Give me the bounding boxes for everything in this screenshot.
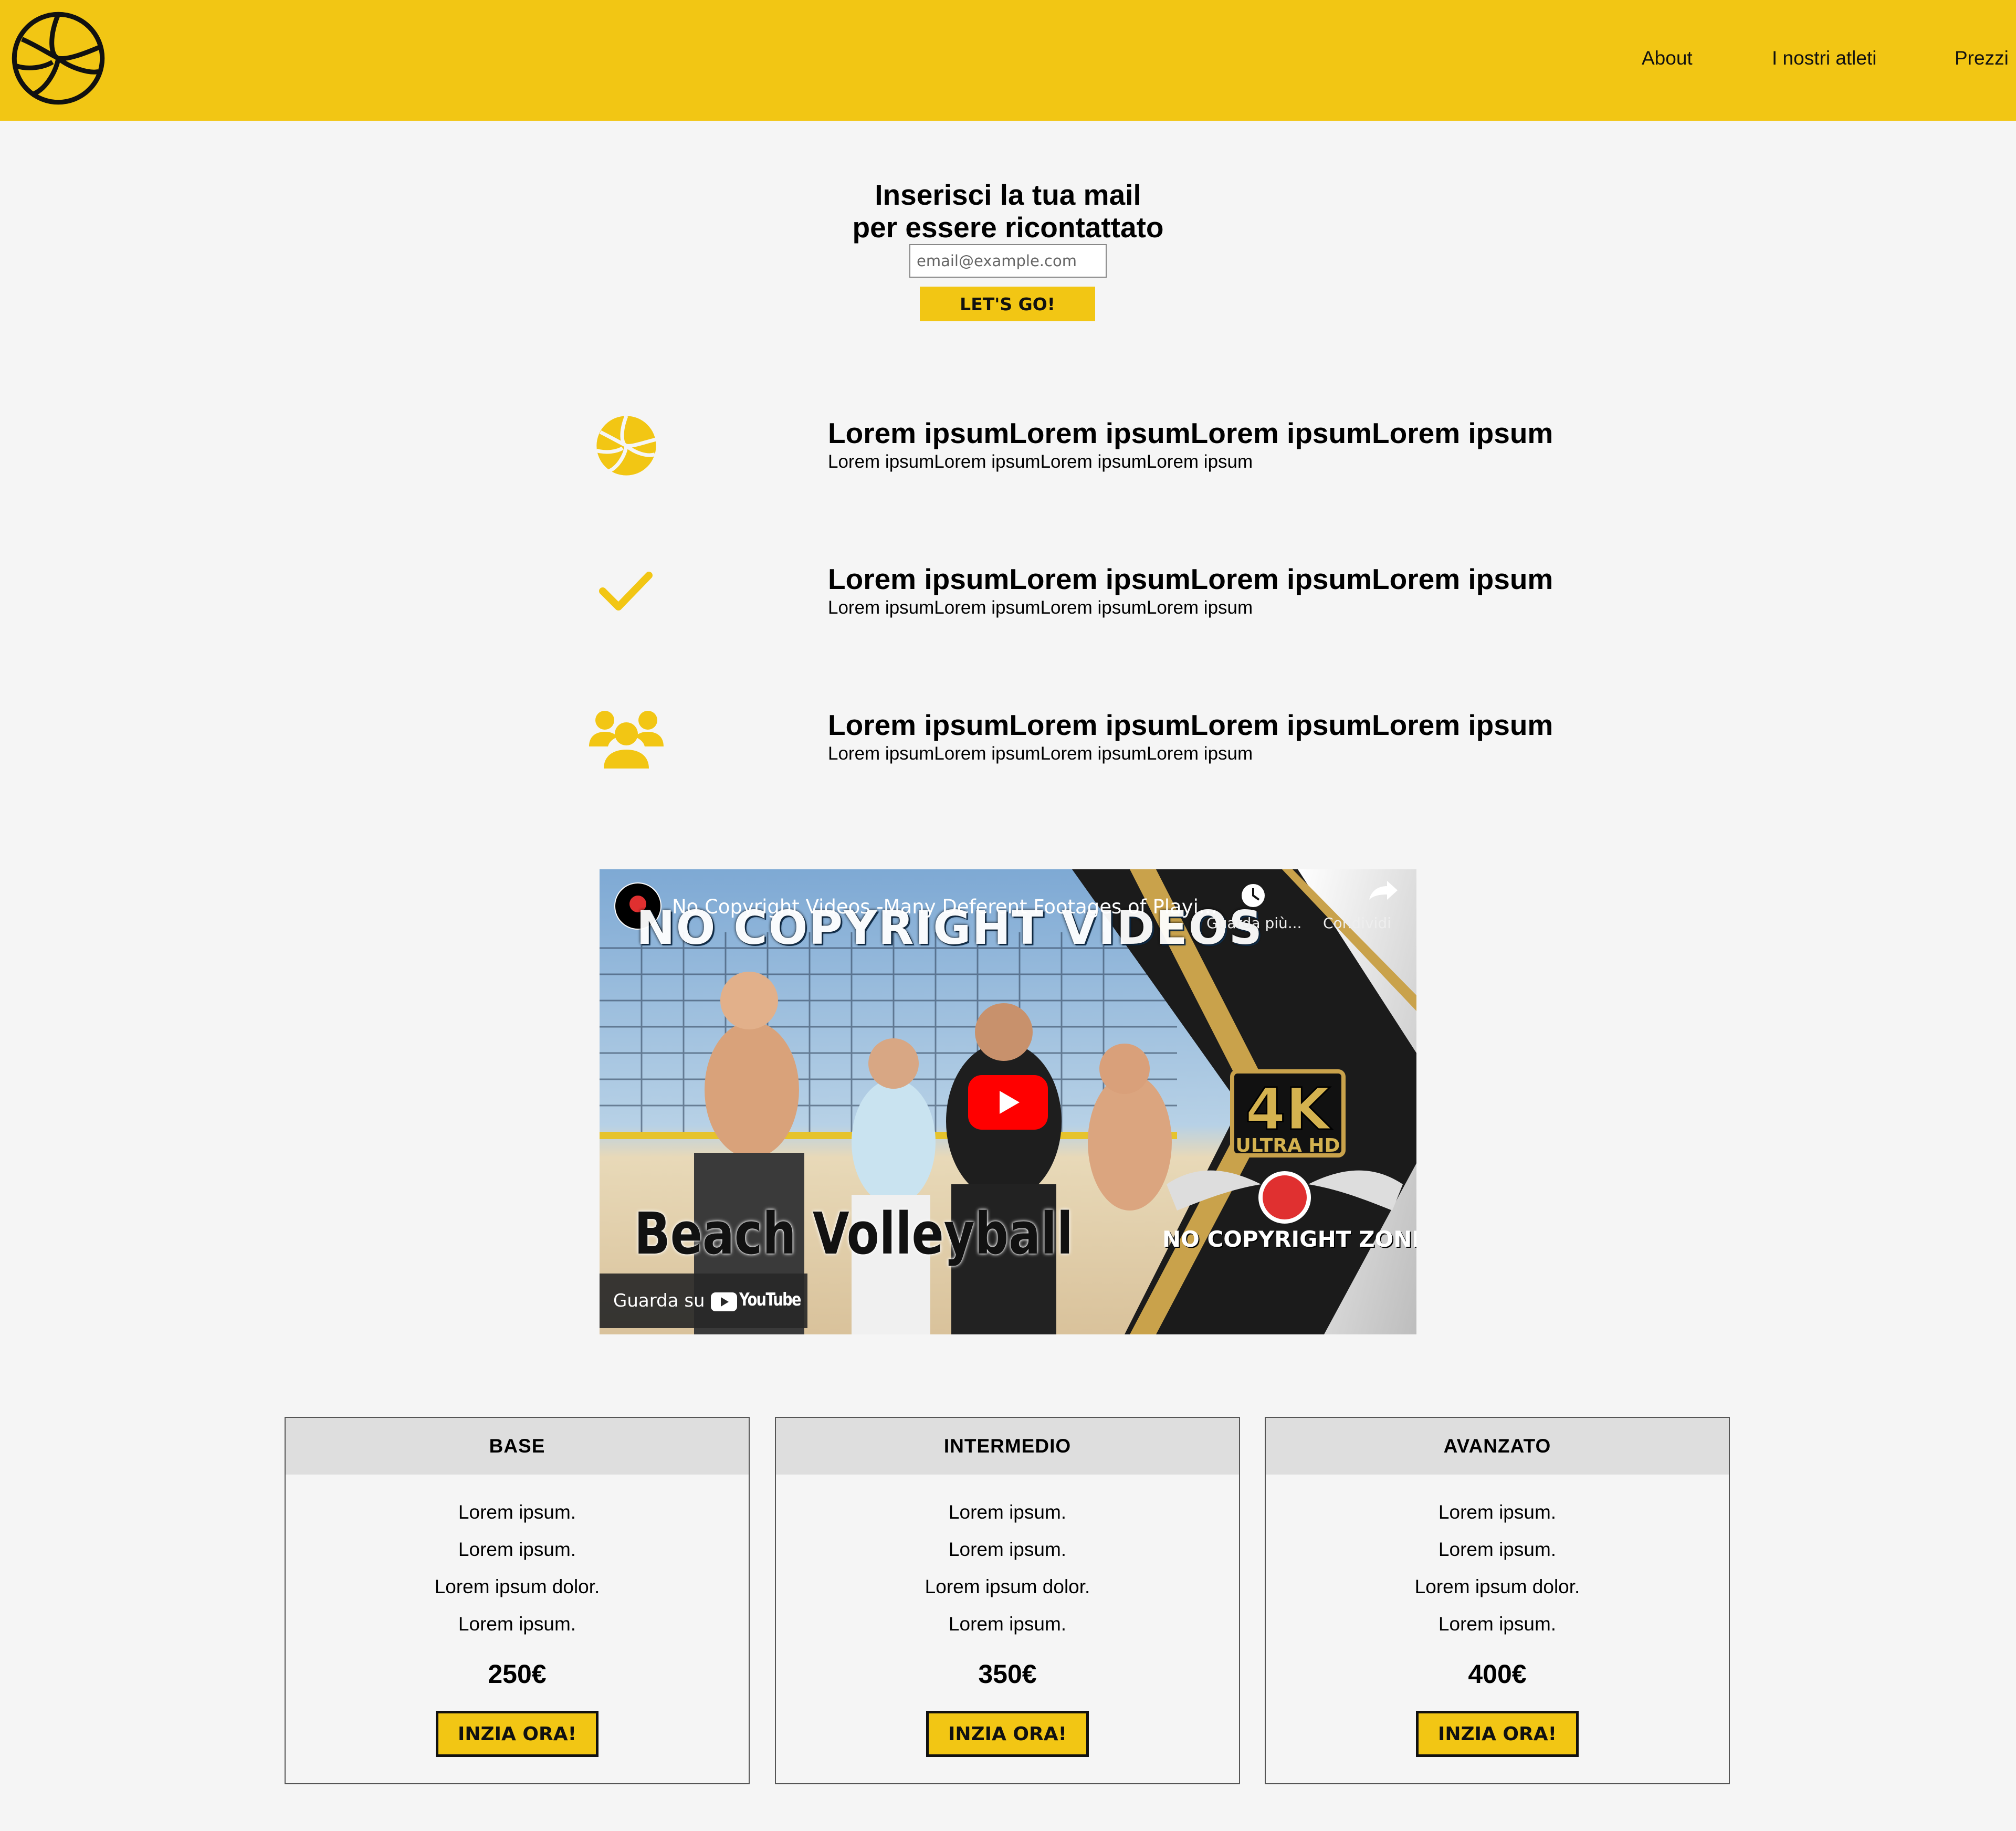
nav-about[interactable]: About [1642, 47, 1693, 69]
nav-prezzi[interactable]: Prezzi [1955, 47, 2009, 69]
start-base-button[interactable]: INZIA ORA! [436, 1711, 598, 1757]
card-feature: Lorem ipsum. [948, 1539, 1067, 1560]
card-feature: Lorem ipsum. [458, 1613, 576, 1635]
brand-text: NO COPYRIGHT ZONE [1162, 1226, 1416, 1252]
feature-title-2: Lorem ipsumLorem ipsumLorem ipsumLorem i… [828, 563, 1553, 595]
email-input[interactable] [909, 244, 1107, 278]
card-price: 400€ [1468, 1659, 1527, 1689]
card-feature: Lorem ipsum. [948, 1613, 1067, 1635]
card-feature: Lorem ipsum. [458, 1539, 576, 1560]
start-avanzato-button[interactable]: INZIA ORA! [1416, 1711, 1579, 1757]
youtube-logo-icon [711, 1292, 737, 1311]
check-icon [599, 572, 653, 611]
feature-title-1: Lorem ipsumLorem ipsumLorem ipsumLorem i… [828, 417, 1553, 449]
share-button[interactable]: Condividi [1323, 914, 1391, 932]
watch-later-button[interactable]: Guarda più... [1206, 914, 1301, 932]
pricing-card-intermedio: INTERMEDIO Lorem ipsum. Lorem ipsum. Lor… [775, 1417, 1240, 1784]
youtube-video-embed[interactable]: 4K ULTRA HD NO COPYRIGHT VIDEOS No Copyr… [600, 869, 1416, 1334]
feature-text-1: Lorem ipsumLorem ipsumLorem ipsumLorem i… [828, 451, 1253, 472]
users-icon [589, 711, 664, 769]
signup-title-line2: per essere ricontattato [852, 211, 1164, 244]
site-header: About I nostri atleti Prezzi [0, 0, 2016, 121]
card-feature: Lorem ipsum. [1438, 1613, 1557, 1635]
play-icon[interactable] [968, 1075, 1048, 1130]
card-feature: Lorem ipsum dolor. [925, 1576, 1090, 1597]
volleyball-logo-icon[interactable] [10, 10, 106, 106]
pricing-card-base: BASE Lorem ipsum. Lorem ipsum. Lorem ips… [285, 1417, 750, 1784]
card-feature: Lorem ipsum. [948, 1501, 1067, 1523]
lets-go-button[interactable]: LET'S GO! [920, 287, 1095, 321]
badge-ultra-hd: ULTRA HD [1236, 1135, 1340, 1156]
card-price: 250€ [488, 1659, 547, 1689]
card-title: BASE [286, 1418, 749, 1475]
start-intermedio-button[interactable]: INZIA ORA! [926, 1711, 1089, 1757]
card-title: AVANZATO [1266, 1418, 1729, 1475]
feature-title-3: Lorem ipsumLorem ipsumLorem ipsumLorem i… [828, 709, 1553, 741]
signup-title-line1: Inserisci la tua mail [875, 178, 1141, 211]
card-feature: Lorem ipsum. [1438, 1539, 1557, 1560]
video-title[interactable]: No Copyright Videos -Many Deferent Foota… [672, 896, 1217, 918]
watch-on-label: Guarda su [613, 1290, 705, 1311]
card-feature: Lorem ipsum dolor. [1414, 1576, 1580, 1597]
card-feature: Lorem ipsum. [1438, 1501, 1557, 1523]
volleyball-icon [596, 415, 657, 476]
thumbnail-caption: Beach Volleyball [634, 1200, 1073, 1267]
badge-4k: 4K [1245, 1076, 1332, 1143]
watch-on-youtube-button[interactable]: Guarda su YouTube [600, 1274, 807, 1328]
card-feature: Lorem ipsum. [458, 1501, 576, 1523]
youtube-wordmark: YouTube [739, 1289, 802, 1310]
feature-text-3: Lorem ipsumLorem ipsumLorem ipsumLorem i… [828, 743, 1253, 764]
feature-text-2: Lorem ipsumLorem ipsumLorem ipsumLorem i… [828, 597, 1253, 618]
nav-atleti[interactable]: I nostri atleti [1772, 47, 1876, 69]
card-title: INTERMEDIO [776, 1418, 1239, 1475]
card-price: 350€ [978, 1659, 1037, 1689]
signup-title: Inserisci la tua mail per essere riconta… [746, 178, 1270, 244]
pricing-card-avanzato: AVANZATO Lorem ipsum. Lorem ipsum. Lorem… [1265, 1417, 1730, 1784]
card-feature: Lorem ipsum dolor. [434, 1576, 600, 1597]
